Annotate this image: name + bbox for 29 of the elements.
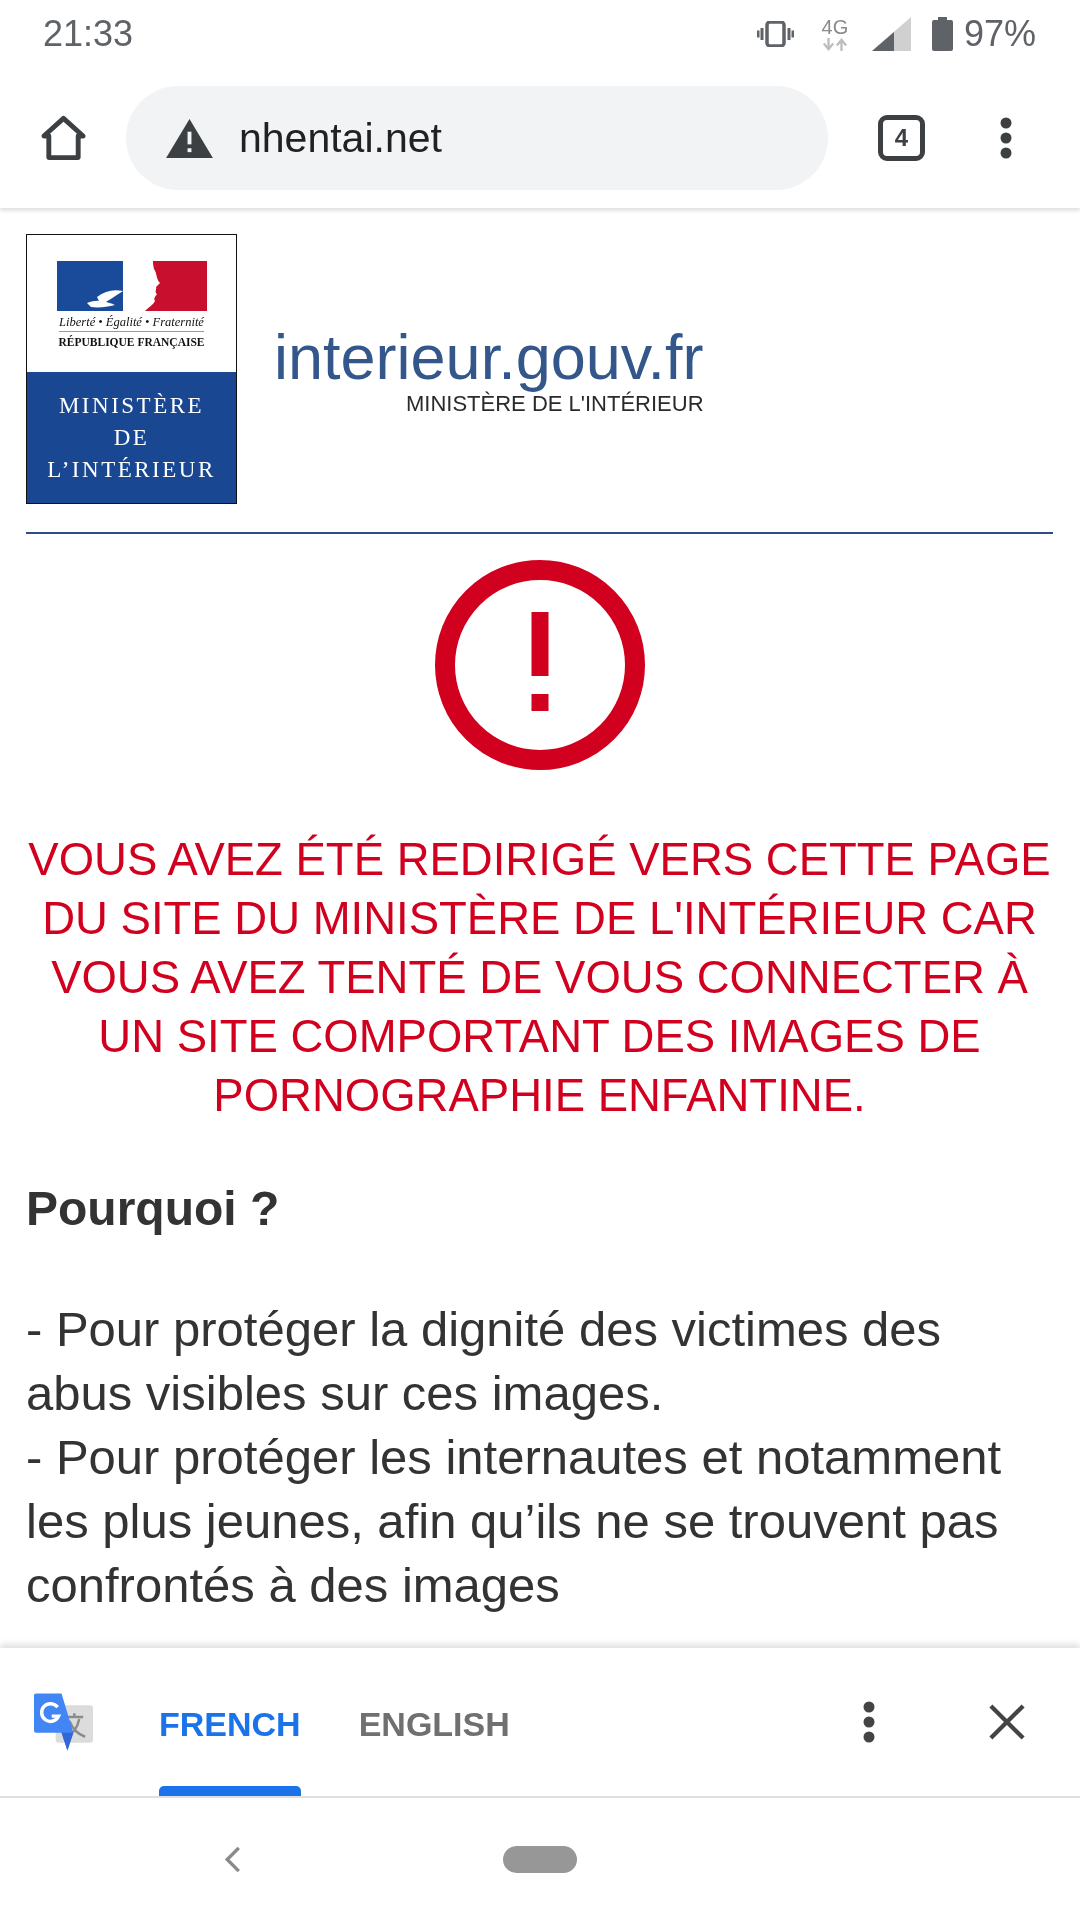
more-options-icon[interactable] — [863, 1701, 875, 1743]
ministry-name: MINISTÈRE DE L’INTÉRIEUR — [47, 391, 216, 484]
battery-icon — [931, 17, 953, 51]
home-handle[interactable] — [503, 1845, 577, 1873]
vibrate-icon — [756, 21, 794, 47]
site-name: interieur.gouv.fr — [274, 323, 704, 391]
section-heading: Pourquoi ? — [26, 1181, 281, 1237]
data-arrows-icon — [820, 38, 849, 51]
motto-text: Liberté • Égalité • Fraternité — [59, 315, 204, 332]
address-bar[interactable]: nhentai.net — [126, 86, 828, 190]
clock-time: 21:33 — [43, 14, 134, 54]
home-icon[interactable] — [40, 114, 87, 162]
close-icon[interactable] — [989, 1704, 1025, 1740]
tab-switcher-button[interactable]: 4 — [878, 115, 925, 161]
reason-text: - Pour protéger la dignité des victimes des abus visibles sur ces images. — [26, 1301, 943, 1422]
more-options-icon[interactable] — [1000, 117, 1012, 159]
reason-text: - Pour protéger les internautes et notamment les plus jeunes, afin qu’ils ne se trouvent pas confrontés à des images — [26, 1429, 1003, 1614]
republic-text: RÉPUBLIQUE FRANÇAISE — [58, 335, 205, 350]
warning-icon — [166, 118, 213, 158]
signal-icon — [871, 17, 911, 51]
language-tab[interactable]: ENGLISH — [354, 1648, 514, 1796]
translate-icon[interactable] — [34, 1693, 93, 1751]
alert-icon — [434, 560, 645, 770]
site-tagline: MINISTÈRE DE L'INTÉRIEUR — [406, 391, 704, 417]
back-icon[interactable] — [224, 1845, 242, 1873]
battery-percent: 97% — [963, 14, 1036, 54]
language-tab[interactable]: FRENCH — [155, 1648, 305, 1796]
network-type: 4G — [821, 17, 849, 37]
alert-message: VOUS AVEZ ÉTÉ REDIRIGÉ VERS CETTE PAGE DU SITE DU MINISTÈRE DE L'INTÉRIEUR CAR VOUS AVEZ TENTÉ DE VOUS CONNECTER À UN SITE COMPORTANT DES IMAGES DE PORNOGRAPHIE ENFANTINE. — [27, 833, 1052, 1123]
